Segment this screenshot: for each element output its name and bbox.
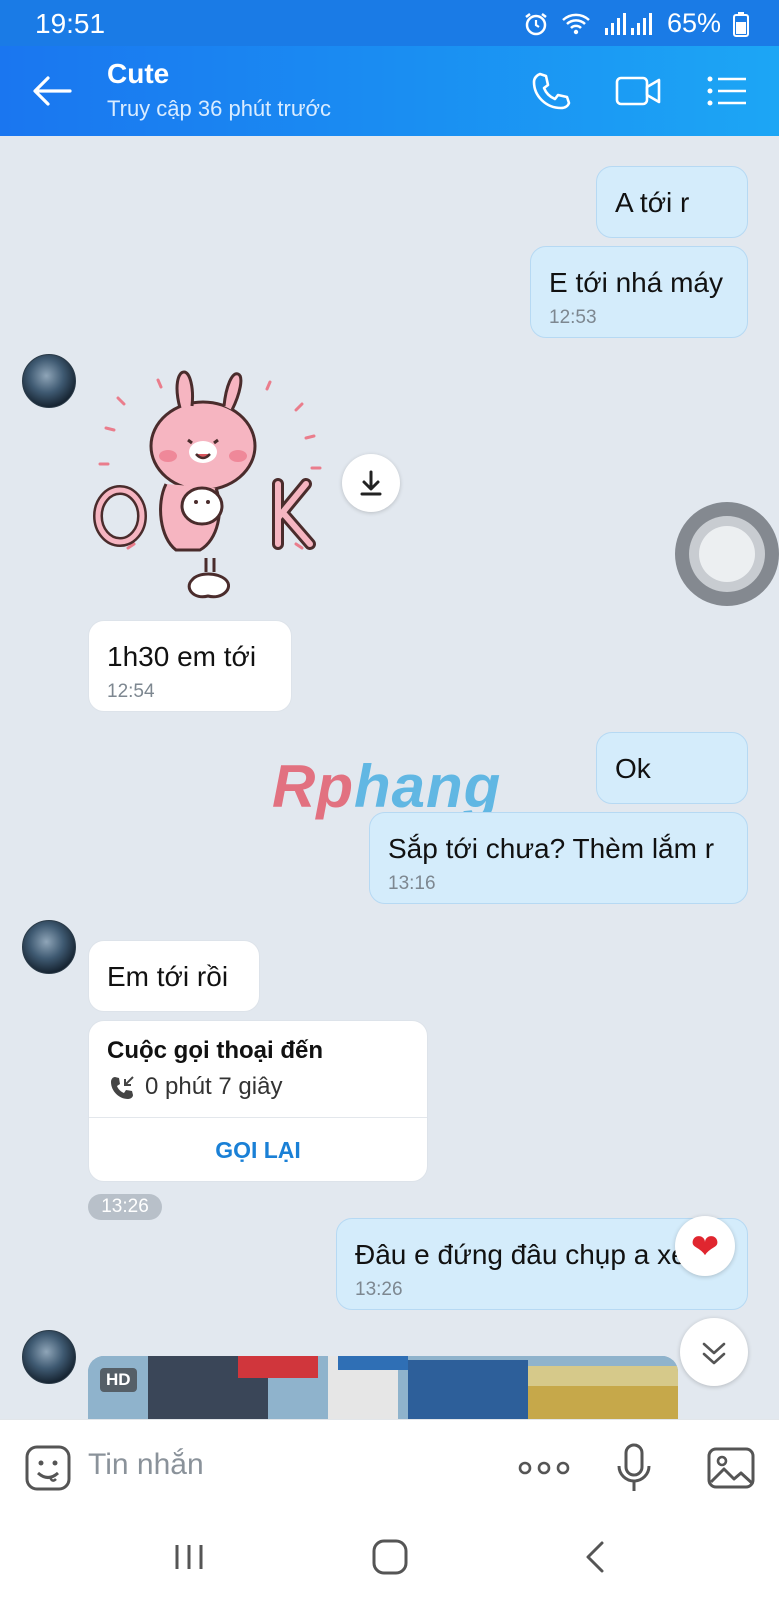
assistive-touch-button[interactable] <box>675 502 779 606</box>
menu-list-icon[interactable] <box>706 70 752 112</box>
message-outgoing[interactable]: Ok <box>596 732 748 804</box>
microphone-icon[interactable] <box>614 1442 654 1494</box>
recent-apps-icon[interactable] <box>172 1535 206 1579</box>
more-options-icon[interactable] <box>516 1442 572 1494</box>
message-text: Đâu e đứng đâu chụp a xem <box>355 1239 710 1270</box>
image-gallery-icon[interactable] <box>706 1442 756 1494</box>
heart-reaction-icon[interactable]: ❤ <box>675 1216 735 1276</box>
phone-call-icon[interactable] <box>530 70 576 112</box>
call-duration: 0 phút 7 giây <box>145 1073 283 1100</box>
call-log-card: Cuộc gọi thoại đến 0 phút 7 giây GỌI LẠI <box>88 1020 428 1182</box>
last-seen-status: Truy cập 36 phút trước <box>107 96 331 121</box>
emoji-sticker-icon[interactable] <box>24 1442 74 1494</box>
message-text: Ok <box>615 753 651 784</box>
message-time: 13:16 <box>388 873 436 894</box>
message-incoming[interactable]: 1h30 em tới 12:54 <box>88 620 292 712</box>
back-arrow-icon[interactable] <box>30 71 74 111</box>
system-nav-bar <box>0 1515 779 1600</box>
message-time: 12:53 <box>549 307 597 328</box>
message-outgoing[interactable]: Sắp tới chưa? Thèm lắm r 13:16 <box>369 812 748 904</box>
back-nav-icon[interactable] <box>580 1535 610 1579</box>
contact-avatar[interactable] <box>22 920 76 974</box>
clock: 19:51 <box>35 8 106 39</box>
battery-icon <box>733 11 749 37</box>
ok-sticker[interactable] <box>88 368 338 608</box>
message-text: E tới nhá máy <box>549 267 723 298</box>
photo-message[interactable] <box>88 1356 678 1419</box>
home-icon[interactable] <box>370 1535 410 1579</box>
call-title: Cuộc gọi thoại đến <box>107 1037 323 1064</box>
alarm-icon <box>523 11 549 37</box>
battery-percent: 65% <box>666 8 721 38</box>
video-call-icon[interactable] <box>615 70 661 112</box>
message-text: 1h30 em tới <box>107 641 257 672</box>
contact-avatar[interactable] <box>22 1330 76 1384</box>
contact-avatar[interactable] <box>22 354 76 408</box>
scroll-to-bottom-icon[interactable] <box>680 1318 748 1386</box>
message-time: 13:26 <box>355 1279 403 1300</box>
watermark-logo: Rphang <box>272 753 502 820</box>
message-list[interactable]: A tới r E tới nhá máy 12:53 1h30 em tới … <box>0 136 779 1419</box>
wifi-icon <box>561 12 591 36</box>
message-incoming[interactable]: Em tới rồi <box>88 940 260 1012</box>
hd-badge: HD <box>100 1368 137 1392</box>
message-composer: Tin nhắn <box>0 1419 779 1515</box>
status-bar: 19:51 65% <box>0 0 779 46</box>
message-outgoing[interactable]: E tới nhá máy 12:53 <box>530 246 748 338</box>
signal-icon <box>603 12 655 36</box>
message-input[interactable]: Tin nhắn <box>88 1448 204 1482</box>
contact-name[interactable]: Cute <box>107 58 169 90</box>
message-text: A tới r <box>615 187 690 218</box>
message-outgoing[interactable]: A tới r <box>596 166 748 238</box>
call-back-button[interactable]: GỌI LẠI <box>89 1117 427 1181</box>
message-time: 12:54 <box>107 681 155 702</box>
download-icon[interactable] <box>342 454 400 512</box>
message-text: Em tới rồi <box>107 961 229 992</box>
incoming-call-icon <box>109 1075 135 1101</box>
chat-header: Cute Truy cập 36 phút trước <box>0 46 779 136</box>
message-time-pill: 13:26 <box>88 1194 162 1220</box>
message-text: Sắp tới chưa? Thèm lắm r <box>388 833 715 864</box>
